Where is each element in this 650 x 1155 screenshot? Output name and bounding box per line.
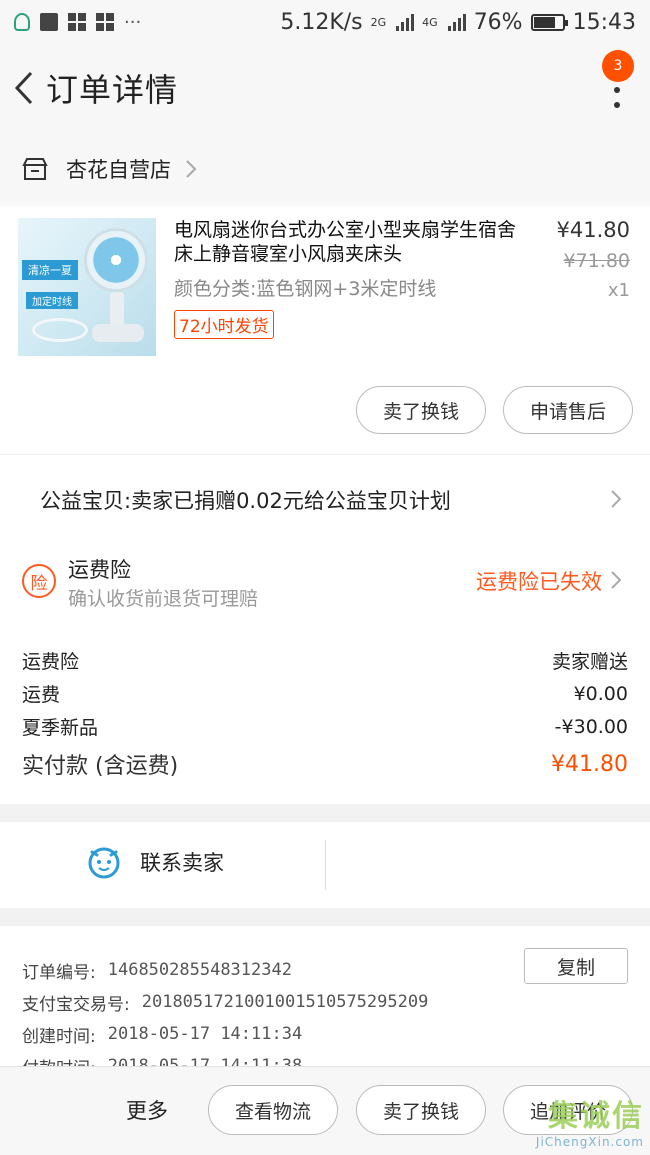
alipay-number-row: 支付宝交易号: 2018051721001001510575295209 (22, 986, 650, 1018)
order-number-label: 订单编号: (22, 962, 96, 983)
notification-app-icon (96, 13, 114, 31)
fee-summary: 运费险 卖家赠送 运费 ¥0.00 夏季新品 -¥30.00 实付款 (含运费)… (0, 626, 650, 804)
back-button[interactable] (4, 44, 44, 132)
fee-label: 运费险 (22, 651, 80, 673)
charity-row[interactable]: 公益宝贝:卖家已捐赠0.02元给公益宝贝计划 (0, 454, 650, 544)
net-speed: 5.12K/s (280, 9, 363, 35)
fan-image (84, 228, 148, 292)
fan-base (92, 324, 144, 342)
page-title: 订单详情 (46, 71, 179, 109)
alipay-number-label: 支付宝交易号: (22, 994, 130, 1015)
fee-value: 卖家赠送 (551, 651, 628, 673)
alipay-number: 2018051721001001510575295209 (141, 992, 429, 1012)
shipping-insurance-row[interactable]: 险 运费险 确认收货前退货可理赔 运费险已失效 (0, 544, 650, 626)
order-number: 146850285548312342 (107, 960, 292, 980)
insurance-status: 运费险已失效 (476, 570, 602, 594)
after-sale-button[interactable]: 申请售后 (503, 386, 633, 434)
store-row[interactable]: 杏花自营店 (0, 132, 650, 206)
notification-badge: 3 (602, 50, 634, 82)
fee-label: 夏季新品 (22, 717, 99, 739)
chevron-right-icon (611, 571, 622, 589)
contact-seller-button[interactable]: 联系卖家 (86, 844, 224, 880)
store-name: 杏花自营店 (66, 158, 171, 182)
insurance-icon: 险 (22, 564, 56, 598)
created-time-row: 创建时间: 2018-05-17 14:11:34 (22, 1018, 650, 1050)
product-name[interactable]: 电风扇迷你台式办公室小型夹扇学生宿舍床上静音寝室小风扇夹床头 (174, 218, 524, 266)
fee-value: -¥30.00 (554, 715, 628, 738)
contact-seller-label: 联系卖家 (140, 851, 224, 875)
status-bar-right: 5.12K/s 2G 4G 76% 15:43 (280, 10, 636, 35)
product-spec: 颜色分类:蓝色钢网+3米定时线 (174, 278, 437, 300)
sell-button[interactable]: 卖了换钱 (356, 386, 486, 434)
fan-cord (32, 318, 88, 342)
watermark-sub: JiChengXin.com (535, 1135, 644, 1149)
total-label: 实付款 (含运费) (22, 754, 179, 779)
created-time-label: 创建时间: (22, 1026, 96, 1047)
sell-again-button[interactable]: 卖了换钱 (356, 1085, 486, 1135)
chevron-right-icon (611, 490, 622, 508)
total-value: ¥41.80 (551, 751, 628, 777)
battery-fill (533, 16, 555, 28)
order-info: 订单编号: 146850285548312342 支付宝交易号: 2018051… (0, 926, 650, 1079)
divider (325, 840, 326, 890)
more-notifications-icon: ··· (124, 11, 142, 33)
status-bar-left: ··· (14, 12, 141, 33)
created-time: 2018-05-17 14:11:34 (107, 1024, 303, 1044)
fee-value: ¥0.00 (573, 682, 628, 705)
insurance-subtitle: 确认收货前退货可理赔 (68, 588, 259, 610)
bottom-action-bar: 更多 查看物流 卖了换钱 追加评价 集诚信 JiChengXin.com (0, 1066, 650, 1155)
thumb-tag-summer: 清凉一夏 (22, 260, 78, 280)
clock: 15:43 (572, 9, 636, 35)
store-icon (22, 158, 48, 180)
fee-row: 夏季新品 -¥30.00 (22, 710, 628, 743)
sim1-label: 2G (370, 15, 387, 29)
thumb-tag-timer: 加定时线 (26, 292, 78, 309)
charity-text: 公益宝贝:卖家已捐赠0.02元给公益宝贝计划 (40, 488, 451, 513)
fee-label: 运费 (22, 684, 61, 706)
product-thumbnail[interactable]: 清凉一夏 加定时线 (18, 218, 156, 356)
battery-percent: 76% (473, 9, 523, 35)
product-quantity: x1 (607, 280, 630, 301)
watermark-logo: 集诚信 JiChengXin.com (536, 1091, 644, 1149)
signal-icon (447, 13, 466, 31)
product-card: 清凉一夏 加定时线 电风扇迷你台式办公室小型夹扇学生宿舍床上静音寝室小风扇夹床头… (0, 206, 650, 454)
sim2-label: 4G (422, 15, 438, 29)
copy-order-number-button[interactable]: 复制 (524, 948, 628, 984)
more-actions-button[interactable]: 更多 (126, 1095, 168, 1125)
chevron-right-icon (186, 160, 197, 178)
fee-row: 运费 ¥0.00 (22, 677, 628, 710)
fee-row: 运费险 卖家赠送 (22, 644, 628, 677)
chat-face-icon (88, 847, 120, 879)
view-logistics-button[interactable]: 查看物流 (208, 1085, 338, 1135)
total-row: 实付款 (含运费) ¥41.80 (22, 743, 628, 785)
back-arrow-icon (14, 71, 33, 105)
insurance-title: 运费险 (68, 558, 131, 582)
status-bar: ··· 5.12K/s 2G 4G 76% 15:43 (0, 0, 650, 44)
battery-icon (530, 13, 568, 31)
product-original-price: ¥71.80 (563, 250, 630, 272)
nav-header: 订单详情 3 (0, 44, 650, 132)
notification-app-icon (68, 13, 86, 31)
product-price: ¥41.80 (556, 218, 630, 242)
shipping-badge: 72小时发货 (174, 310, 274, 339)
contact-section: 联系卖家 (0, 822, 650, 908)
notification-person-icon (14, 13, 30, 31)
signal-icon (396, 13, 415, 31)
notification-image-icon (40, 13, 58, 31)
watermark-main: 集诚信 (548, 1099, 644, 1134)
